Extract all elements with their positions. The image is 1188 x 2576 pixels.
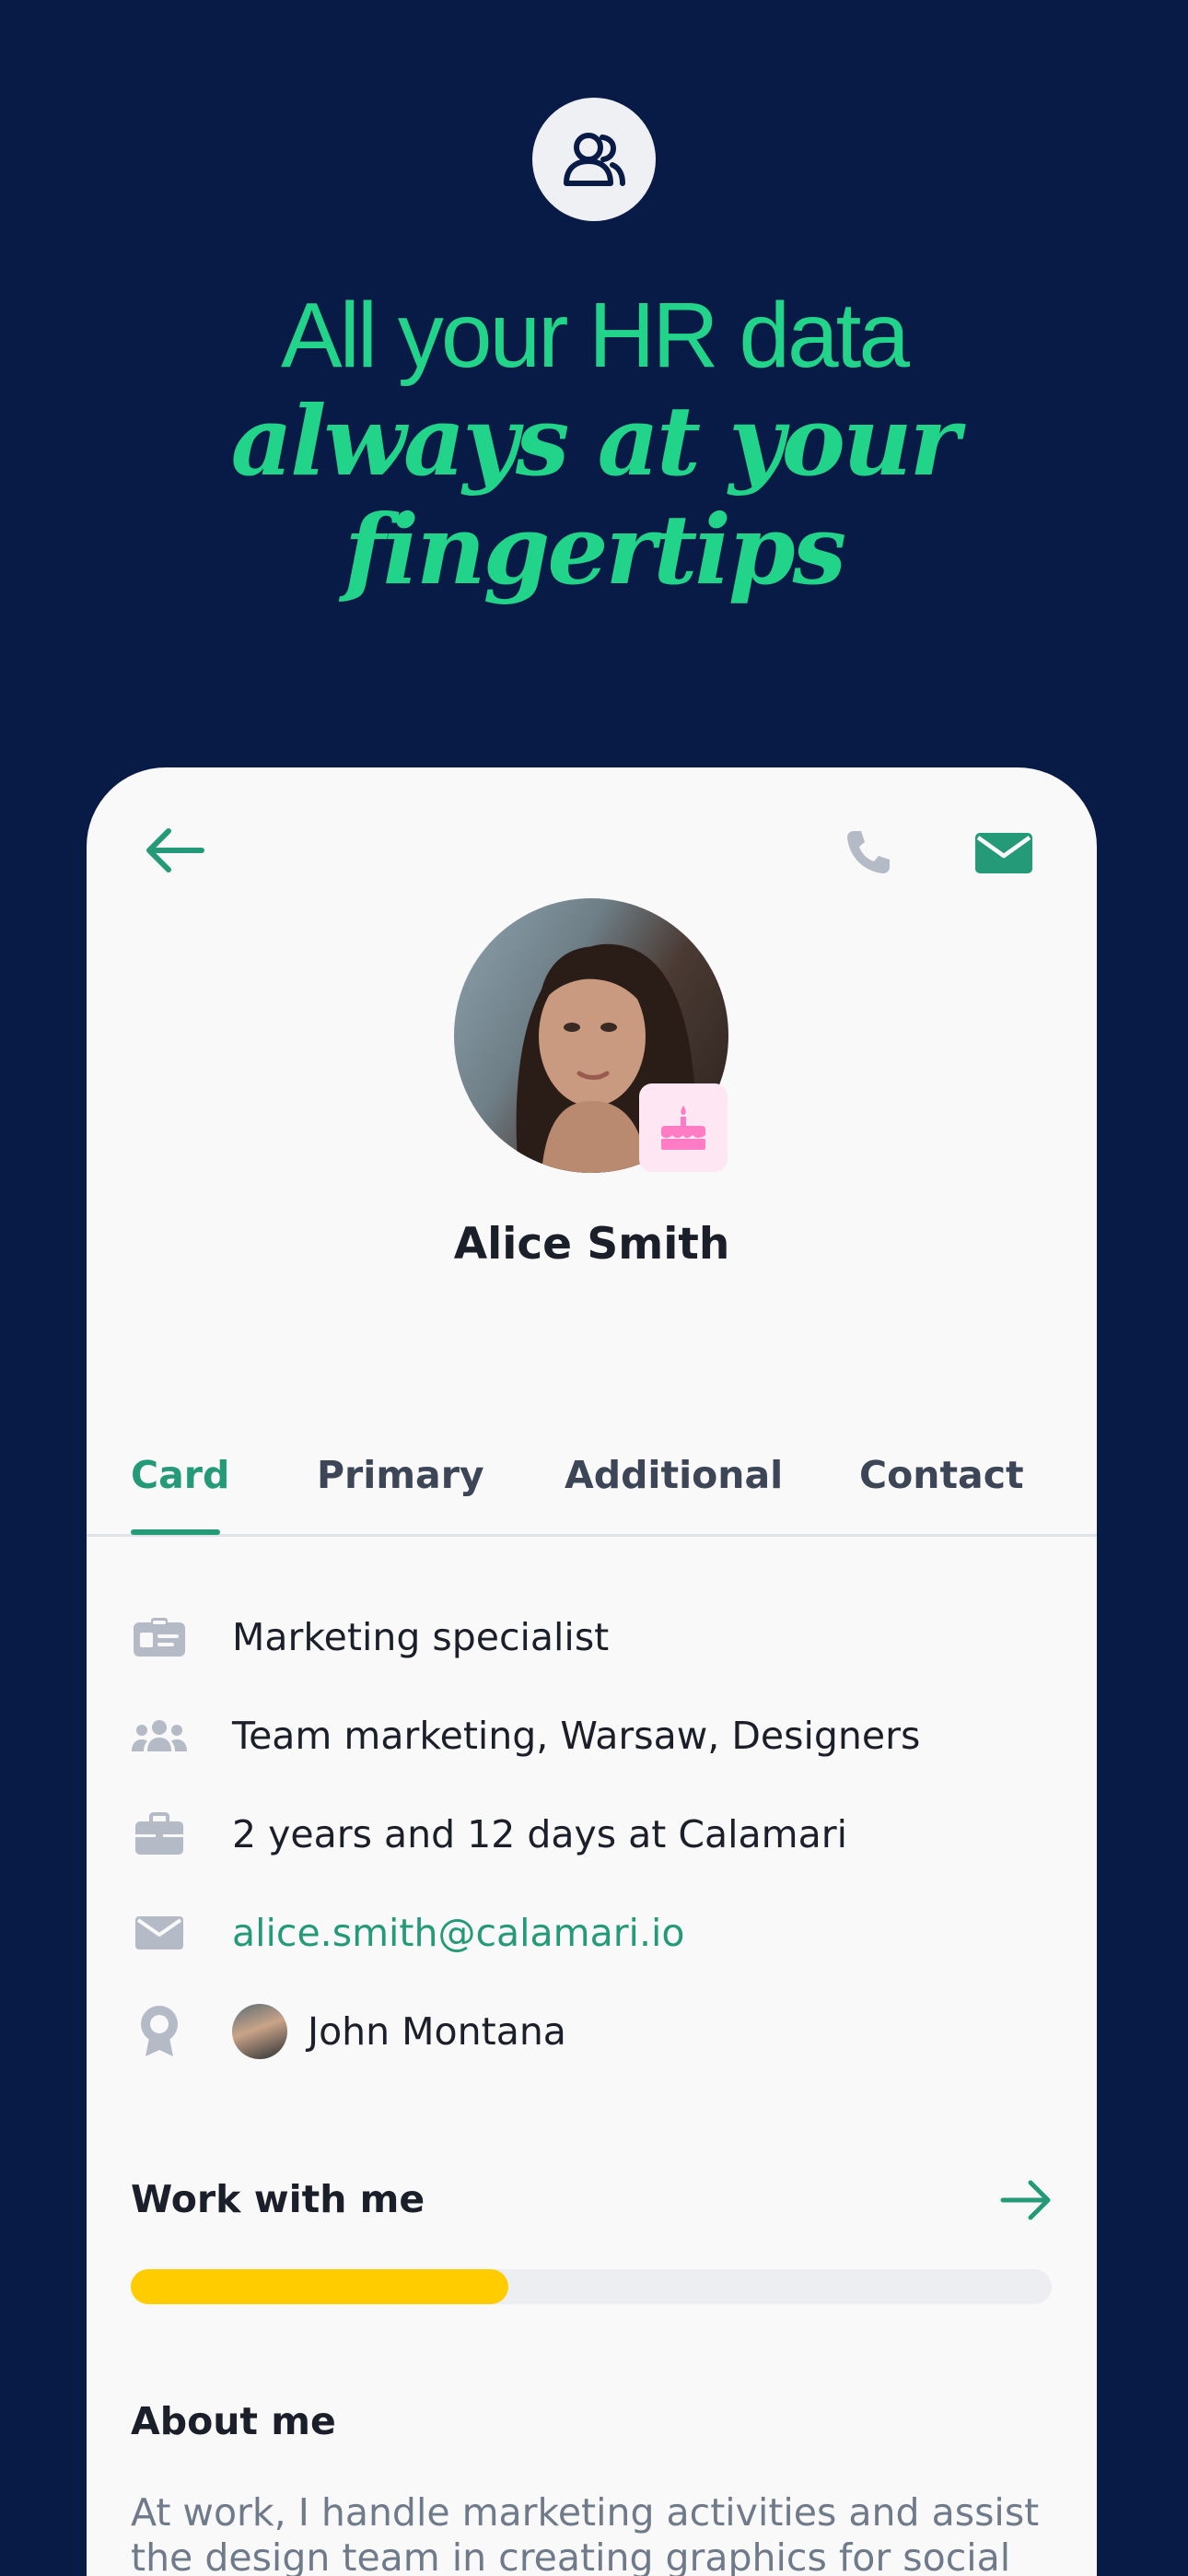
teams-row: Team marketing, Warsaw, Designers <box>131 1708 1052 1763</box>
envelope-icon <box>131 1905 188 1961</box>
supervisor-avatar <box>232 2004 287 2059</box>
tenure-text: 2 years and 12 days at Calamari <box>232 1812 847 1856</box>
arrow-right-icon[interactable] <box>998 2174 1054 2226</box>
work-with-me-progress <box>131 2269 1052 2304</box>
tab-additional[interactable]: Additional <box>565 1412 783 1537</box>
users-icon <box>532 98 656 221</box>
about-me-text: At work, I handle marketing activities a… <box>131 2490 1040 2576</box>
profile-name: Alice Smith <box>453 1219 730 1270</box>
supervisor-name[interactable]: John Montana <box>308 2009 566 2054</box>
tenure-row: 2 years and 12 days at Calamari <box>131 1807 1052 1862</box>
briefcase-icon <box>131 1807 188 1862</box>
position-text: Marketing specialist <box>232 1615 610 1659</box>
progress-fill <box>131 2269 508 2304</box>
email-link[interactable]: alice.smith@calamari.io <box>232 1911 684 1955</box>
email-row: alice.smith@calamari.io <box>131 1905 1052 1961</box>
birthday-cake-icon <box>639 1083 728 1172</box>
phone-icon[interactable] <box>842 826 893 878</box>
headline-line-1: All your HR data <box>280 284 910 387</box>
supervisor-row: John Montana <box>131 2004 1052 2059</box>
teams-text: Team marketing, Warsaw, Designers <box>232 1714 921 1758</box>
active-tab-indicator <box>131 1529 220 1535</box>
group-icon <box>131 1708 188 1763</box>
screen: All your HR data always at your fingerti… <box>0 0 1188 2576</box>
tab-card[interactable]: Card <box>131 1412 229 1537</box>
about-me-title: About me <box>131 2399 336 2443</box>
profile-tabs: Card Primary Additional Contact <box>87 1412 1097 1537</box>
id-card-icon <box>131 1610 188 1665</box>
award-ribbon-icon <box>131 2004 188 2059</box>
mail-icon[interactable] <box>974 830 1033 876</box>
tab-contact[interactable]: Contact <box>859 1412 1024 1537</box>
back-arrow-icon[interactable] <box>144 825 206 876</box>
tab-primary[interactable]: Primary <box>317 1412 484 1537</box>
profile-card: Alice Smith Card Primary Additional Cont… <box>87 767 1097 2576</box>
position-row: Marketing specialist <box>131 1610 1052 1665</box>
work-with-me-title: Work with me <box>131 2177 425 2221</box>
headline-line-2: always at your fingertips <box>230 384 961 606</box>
